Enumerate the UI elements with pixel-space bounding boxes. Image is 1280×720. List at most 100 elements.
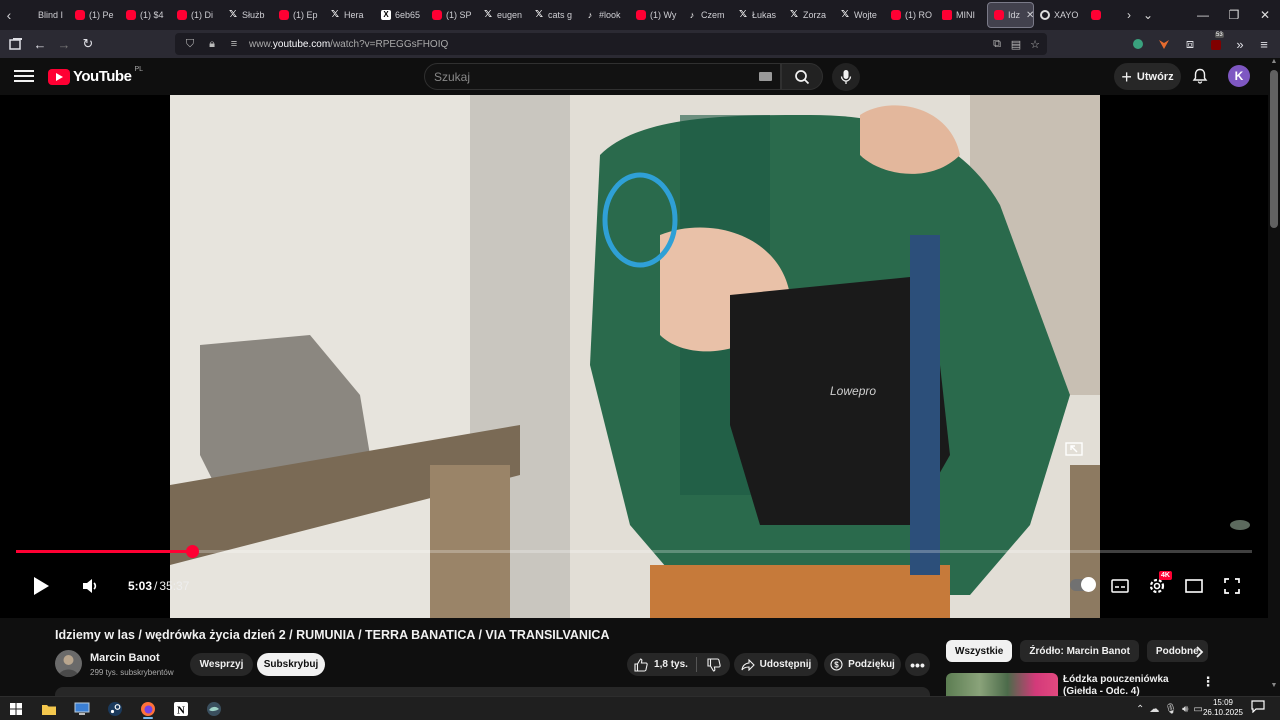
browser-tab[interactable]: MINI — [936, 2, 987, 28]
browser-tab[interactable]: 𝕏eugen — [477, 2, 528, 28]
more-tools-icon[interactable]: » — [1230, 34, 1250, 54]
tabs-scroll-left-icon[interactable]: ‹ — [0, 0, 18, 30]
browser-tab[interactable]: 𝕏 Służb — [222, 2, 273, 28]
extension-fox-icon[interactable] — [1154, 34, 1174, 54]
more-actions-button[interactable]: ••• — [905, 653, 930, 676]
fullscreen-button[interactable] — [1220, 575, 1244, 597]
browser-tab[interactable]: Blind I — [18, 2, 69, 28]
picture-in-picture-icon[interactable] — [1062, 438, 1086, 460]
extension-shield-icon[interactable] — [1128, 34, 1148, 54]
scroll-down-arrow-icon[interactable]: ▼ — [1270, 682, 1278, 692]
browser-tab[interactable]: 𝕏 Hera — [324, 2, 375, 28]
video-player[interactable]: Lowepro 5:03/35:37 4K — [0, 95, 1268, 618]
recommendation-title[interactable]: Łódzka pouczeniówka (Giełda - Odc. 4) — [1063, 674, 1198, 696]
browser-tab[interactable]: (1) Di — [171, 2, 222, 28]
lock-icon[interactable]: 🔒︎ — [205, 38, 219, 51]
browser-tab[interactable]: 𝕏cats g — [528, 2, 579, 28]
reload-icon[interactable]: ↻ — [78, 34, 98, 54]
share-button[interactable]: Udostępnij — [734, 653, 818, 676]
microphone-tray-icon[interactable]: 🎙︎ — [1164, 704, 1177, 715]
restore-window-icon[interactable]: ❐ — [1219, 0, 1249, 30]
voice-search-button[interactable] — [832, 63, 860, 91]
tracking-protection-icon[interactable]: ⛉ — [183, 38, 197, 51]
address-bar[interactable]: ⛉ 🔒︎ ≡ www.youtube.com/watch?v=RPEGGsFHO… — [175, 33, 1047, 55]
channel-watermark-icon[interactable] — [1228, 516, 1252, 534]
browser-tab[interactable]: X 6eb65 — [375, 2, 426, 28]
tab-list: Blind I (1) Pe (1) $4 (1) Di 𝕏 Służb (1) Ep 𝕏 He… — [18, 0, 1136, 30]
recommendation-menu-icon[interactable]: ⋮ — [1202, 674, 1215, 690]
support-button[interactable]: Wesprzyj — [190, 653, 253, 676]
mute-button[interactable] — [78, 576, 102, 596]
bookmark-star-icon[interactable]: ☆ — [1028, 38, 1042, 51]
notion-icon[interactable]: N — [168, 699, 194, 719]
account-avatar[interactable]: K — [1228, 65, 1250, 87]
browser-tab[interactable]: ♪ Czem — [681, 2, 732, 28]
back-icon[interactable]: ← — [30, 34, 50, 54]
search-input[interactable]: Szukaj — [424, 63, 781, 90]
browser-tab[interactable]: (1) Wy — [630, 2, 681, 28]
picture-in-picture-icon[interactable]: ⧉ — [990, 38, 1004, 51]
create-button[interactable]: + Utwórz — [1114, 63, 1181, 90]
browser-tab[interactable]: XAYO — [1034, 2, 1085, 28]
scrollbar-thumb[interactable] — [1270, 70, 1278, 228]
subscribe-button[interactable]: Subskrybuj — [257, 653, 325, 676]
thanks-button[interactable]: $ Podziękuj — [824, 653, 901, 676]
permissions-icon[interactable]: ≡ — [227, 38, 241, 50]
minimize-window-icon[interactable]: — — [1188, 0, 1218, 30]
close-window-icon[interactable]: ✕ — [1250, 0, 1280, 30]
chip-all[interactable]: Wszystkie — [946, 640, 1013, 662]
subtitles-button[interactable] — [1108, 575, 1132, 597]
play-button[interactable] — [28, 574, 54, 598]
app-bird-icon[interactable] — [201, 699, 227, 719]
firefox-icon[interactable] — [135, 699, 161, 719]
cloud-sync-icon[interactable]: ☁ — [1149, 704, 1159, 715]
dislike-button[interactable] — [697, 653, 730, 676]
video-frame[interactable]: Lowepro — [170, 95, 1100, 618]
theater-mode-button[interactable] — [1182, 575, 1206, 597]
browser-tab[interactable]: (1) RO — [885, 2, 936, 28]
browser-tab[interactable]: (1) $4 — [120, 2, 171, 28]
browser-tab[interactable]: ♪ #look — [579, 2, 630, 28]
forward-icon[interactable]: → — [54, 34, 74, 54]
browser-tab[interactable]: 𝕏 Łukas — [732, 2, 783, 28]
channel-name[interactable]: Marcin Banot — [90, 652, 160, 664]
start-button[interactable] — [3, 699, 29, 719]
tab-list-dropdown-icon[interactable]: ⌄ — [1133, 0, 1163, 30]
keyboard-icon[interactable] — [759, 72, 772, 81]
browser-tab[interactable]: 𝕏 Zorza — [783, 2, 834, 28]
browser-tab[interactable]: Idz ✕ — [987, 2, 1034, 28]
tab-overview-icon[interactable] — [6, 34, 26, 54]
browser-tab[interactable]: (1) Pe — [69, 2, 120, 28]
search-button[interactable] — [781, 63, 823, 90]
chip-from-channel[interactable]: Źródło: Marcin Banot — [1020, 640, 1139, 662]
browser-tab[interactable]: (1) Ep — [273, 2, 324, 28]
description-box[interactable] — [55, 687, 930, 696]
app-menu-icon[interactable]: ≡ — [1254, 34, 1274, 54]
extensions-puzzle-icon[interactable]: ⧈ — [1180, 34, 1200, 54]
remote-desktop-icon[interactable] — [69, 699, 95, 719]
browser-tab[interactable]: (1) SP — [426, 2, 477, 28]
youtube-logo[interactable]: YouTube PL — [48, 66, 143, 85]
system-clock[interactable]: 15:09 26.10.2025 — [1200, 698, 1246, 718]
guide-menu-icon[interactable] — [14, 67, 34, 85]
reader-view-icon[interactable]: ▤ — [1009, 38, 1023, 51]
progress-scrubber-handle[interactable] — [186, 545, 199, 558]
autoplay-toggle[interactable] — [1070, 577, 1096, 592]
file-explorer-icon[interactable] — [36, 699, 62, 719]
tray-overflow-icon[interactable]: ⌃ — [1136, 704, 1144, 715]
chips-next-arrow-icon[interactable] — [1190, 643, 1208, 661]
scroll-up-arrow-icon[interactable]: ▲ — [1270, 58, 1278, 68]
channel-avatar[interactable] — [55, 650, 82, 677]
notifications-bell-icon[interactable] — [1190, 66, 1210, 86]
browser-tab[interactable]: 𝕏 Wojte — [834, 2, 885, 28]
progress-bar[interactable] — [16, 545, 1252, 558]
recommendation-thumbnail[interactable] — [946, 673, 1058, 696]
tab-close-icon[interactable]: ✕ — [1026, 10, 1033, 21]
steam-icon[interactable] — [102, 699, 128, 719]
page-scrollbar[interactable]: ▲ ▼ — [1268, 58, 1280, 696]
notification-center-icon[interactable] — [1251, 700, 1267, 717]
volume-tray-icon[interactable]: 🔊︎ — [1182, 704, 1188, 715]
like-button[interactable]: 1,8 tys. — [627, 653, 695, 676]
ublock-extension-icon[interactable]: 53 — [1206, 32, 1226, 54]
url-text[interactable]: www.youtube.com/watch?v=RPEGGsFHOIQ — [249, 39, 448, 50]
